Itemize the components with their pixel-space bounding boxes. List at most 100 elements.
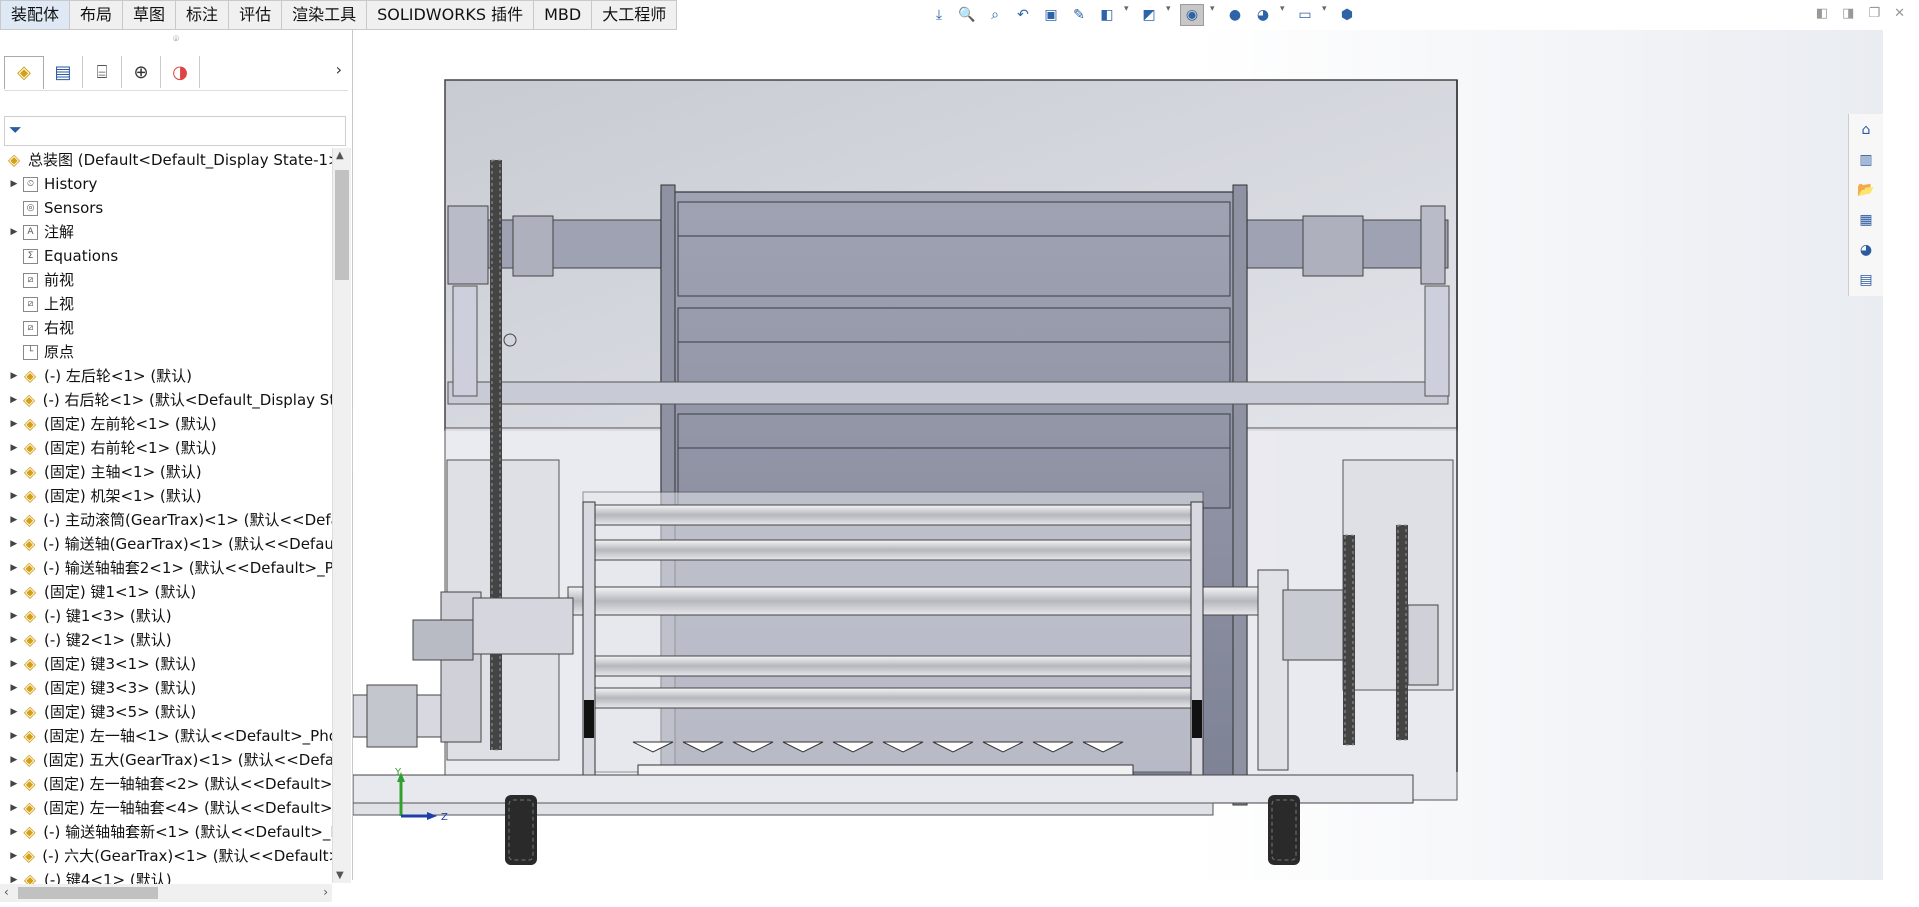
- edit-appearance-icon[interactable]: ●: [1224, 4, 1246, 26]
- expand-arrow-icon[interactable]: ▶: [8, 460, 20, 484]
- property-manager-tab-icon[interactable]: ▤: [44, 56, 83, 88]
- tree-filter-field[interactable]: ⏷: [4, 116, 346, 146]
- expand-arrow-icon[interactable]: ▶: [8, 724, 20, 748]
- chevron-down-icon[interactable]: ▾: [1210, 4, 1218, 26]
- tab-2[interactable]: 草图: [123, 0, 177, 30]
- appearances-icon[interactable]: ◕: [1854, 238, 1878, 262]
- panel-grip-icon[interactable]: ⌾: [0, 30, 352, 50]
- home-icon[interactable]: ⌂: [1854, 118, 1878, 142]
- chevron-up-icon[interactable]: ▲: [336, 150, 344, 161]
- expand-arrow-icon[interactable]: ▶: [8, 796, 20, 820]
- tree-item[interactable]: ▶ ◈ (-) 键2<1> (默认): [0, 628, 332, 652]
- expand-arrow-icon[interactable]: ▶: [8, 772, 20, 796]
- tree-item[interactable]: ▶ ◈ (-) 输送轴(GearTrax)<1> (默认<<Default: [0, 532, 332, 556]
- expand-arrow-icon[interactable]: ▶: [8, 556, 20, 580]
- tree-item[interactable]: ▶ ◈ (-) 输送轴轴套新<1> (默认<<Default>_P: [0, 820, 332, 844]
- tree-item[interactable]: Σ Equations: [0, 244, 332, 268]
- zoom-to-fit-icon[interactable]: 🔍: [956, 4, 978, 26]
- tree-item[interactable]: ▶ ◈ (固定) 机架<1> (默认): [0, 484, 332, 508]
- view-settings-icon[interactable]: ▭: [1294, 4, 1316, 26]
- scrollbar-thumb[interactable]: [335, 170, 349, 280]
- tree-item[interactable]: ▶ ◈ (固定) 右前轮<1> (默认): [0, 436, 332, 460]
- display-manager-tab-icon[interactable]: ◑: [161, 56, 200, 88]
- view-orientation-icon[interactable]: ⤓: [928, 4, 950, 26]
- filter-icon[interactable]: ⏷: [9, 120, 22, 140]
- tree-item[interactable]: ⧄ 上视: [0, 292, 332, 316]
- tree-item[interactable]: ▶ ◈ (固定) 左一轴<1> (默认<<Default>_Pho: [0, 724, 332, 748]
- chevron-down-icon[interactable]: ▾: [1166, 4, 1174, 26]
- tree-item[interactable]: ▶ ◈ (固定) 左一轴轴套<4> (默认<<Default>_: [0, 796, 332, 820]
- tree-item[interactable]: ▶ ◈ (固定) 五大(GearTrax)<1> (默认<<Defau: [0, 748, 332, 772]
- chevron-down-icon[interactable]: ▾: [1280, 4, 1288, 26]
- 3d-view-cube-icon[interactable]: ⬢: [1336, 4, 1358, 26]
- expand-arrow-icon[interactable]: ▶: [8, 364, 20, 388]
- chevron-right-icon[interactable]: ›: [323, 885, 328, 899]
- tab-6[interactable]: SOLIDWORKS 插件: [367, 0, 535, 30]
- tree-vertical-scrollbar[interactable]: ▲ ▼: [332, 148, 351, 883]
- view-palette-icon[interactable]: ▦: [1854, 208, 1878, 232]
- tree-item[interactable]: ▶ ◈ (-) 键1<3> (默认): [0, 604, 332, 628]
- tree-item[interactable]: ▶ ◈ (固定) 键3<1> (默认): [0, 652, 332, 676]
- expand-arrow-icon[interactable]: ▶: [8, 388, 20, 412]
- configuration-manager-tab-icon[interactable]: ⌸: [83, 56, 122, 88]
- dimxpert-manager-tab-icon[interactable]: ⊕: [122, 56, 161, 88]
- assembly-model-view[interactable]: [353, 30, 1883, 880]
- expand-arrow-icon[interactable]: ▶: [8, 844, 19, 868]
- chevron-down-icon[interactable]: ▾: [1322, 4, 1330, 26]
- tree-item[interactable]: ▶ ◈ (-) 六大(GearTrax)<1> (默认<<Default>_: [0, 844, 332, 868]
- tile-right-icon[interactable]: ◨: [1842, 6, 1854, 21]
- file-explorer-icon[interactable]: 📂: [1854, 178, 1878, 202]
- tree-item[interactable]: ⧄ 右视: [0, 316, 332, 340]
- tree-item[interactable]: ▶ ◈ (固定) 键1<1> (默认): [0, 580, 332, 604]
- expand-arrow-icon[interactable]: ▶: [8, 532, 20, 556]
- expand-arrow-icon[interactable]: ▶: [8, 580, 20, 604]
- tile-left-icon[interactable]: ◧: [1816, 6, 1828, 21]
- tree-horizontal-scrollbar[interactable]: ‹ ›: [0, 884, 332, 902]
- apply-scene-icon[interactable]: ◕: [1252, 4, 1274, 26]
- expand-arrow-icon[interactable]: ▶: [8, 436, 20, 460]
- tab-0[interactable]: 装配体: [0, 0, 71, 30]
- tree-item[interactable]: ▶ ◈ (固定) 左前轮<1> (默认): [0, 412, 332, 436]
- close-window-icon[interactable]: ✕: [1894, 6, 1905, 21]
- tree-item[interactable]: ▶ ◈ (-) 输送轴轴套2<1> (默认<<Default>_Ph: [0, 556, 332, 580]
- tree-item[interactable]: ▶ ◈ (固定) 左一轴轴套<2> (默认<<Default>_: [0, 772, 332, 796]
- section-view-icon[interactable]: ▣: [1040, 4, 1062, 26]
- expand-arrow-icon[interactable]: ▶: [8, 820, 20, 844]
- chevron-right-icon[interactable]: ›: [336, 60, 342, 79]
- tree-item[interactable]: ⧄ 前视: [0, 268, 332, 292]
- scrollbar-thumb[interactable]: [18, 887, 158, 899]
- expand-arrow-icon[interactable]: ▶: [8, 748, 20, 772]
- tab-7[interactable]: MBD: [534, 0, 593, 30]
- tab-5[interactable]: 渲染工具: [282, 0, 368, 30]
- dynamic-annotation-icon[interactable]: ✎: [1068, 4, 1090, 26]
- tree-item[interactable]: ▶ ◈ (固定) 键3<3> (默认): [0, 676, 332, 700]
- expand-arrow-icon[interactable]: ▶: [8, 508, 20, 532]
- restore-window-icon[interactable]: ❐: [1868, 6, 1880, 21]
- expand-arrow-icon[interactable]: ▶: [8, 412, 20, 436]
- expand-arrow-icon[interactable]: ▶: [8, 652, 20, 676]
- graphics-area[interactable]: Y Z ⌂ ▥ 📂 ▦ ◕ ▤: [353, 30, 1883, 880]
- tree-item[interactable]: ▶ ⏲ History: [0, 172, 332, 196]
- tree-item[interactable]: ▶ ◈ (-) 右后轮<1> (默认<Default_Display Sta: [0, 388, 332, 412]
- tab-8[interactable]: 大工程师: [592, 0, 678, 30]
- tree-item[interactable]: ▶ A 注解: [0, 220, 332, 244]
- expand-arrow-icon[interactable]: ▶: [8, 484, 20, 508]
- tab-4[interactable]: 评估: [229, 0, 283, 30]
- tree-item[interactable]: ▶ ◈ (-) 主动滚筒(GearTrax)<1> (默认<<Defa: [0, 508, 332, 532]
- design-library-icon[interactable]: ▥: [1854, 148, 1878, 172]
- tab-3[interactable]: 标注: [176, 0, 230, 30]
- tree-root-assembly[interactable]: ◈ 总装图 (Default<Default_Display State-1>): [4, 148, 350, 172]
- chevron-left-icon[interactable]: ‹: [4, 885, 9, 899]
- expand-arrow-icon[interactable]: ▶: [8, 172, 20, 196]
- expand-arrow-icon[interactable]: ▶: [8, 700, 20, 724]
- previous-view-icon[interactable]: ↶: [1012, 4, 1034, 26]
- expand-arrow-icon[interactable]: ▶: [8, 604, 20, 628]
- chevron-down-icon[interactable]: ▼: [336, 870, 344, 881]
- custom-properties-icon[interactable]: ▤: [1854, 268, 1878, 292]
- chevron-down-icon[interactable]: ▾: [1124, 4, 1132, 26]
- view-orientation-cube-icon[interactable]: ◧: [1096, 4, 1118, 26]
- tree-item[interactable]: ▶ ◈ (固定) 主轴<1> (默认): [0, 460, 332, 484]
- zoom-to-area-icon[interactable]: ⌕: [984, 4, 1006, 26]
- tree-item[interactable]: ◎ Sensors: [0, 196, 332, 220]
- tab-1[interactable]: 布局: [70, 0, 124, 30]
